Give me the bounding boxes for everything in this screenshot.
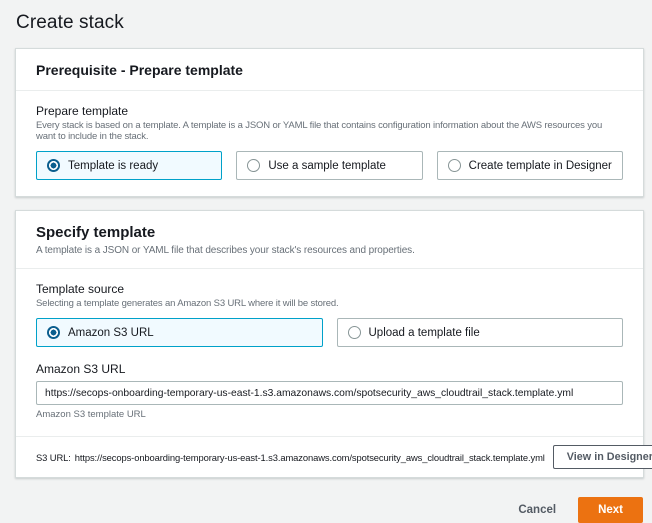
page-title: Create stack <box>16 12 644 34</box>
option-upload-template-file[interactable]: Upload a template file <box>337 318 624 347</box>
specify-template-panel-footer: S3 URL: https://secops-onboarding-tempora… <box>16 436 643 477</box>
prerequisite-panel-header: Prerequisite - Prepare template <box>16 49 643 91</box>
specify-template-panel: Specify template A template is a JSON or… <box>15 210 644 478</box>
cancel-button[interactable]: Cancel <box>518 504 556 516</box>
create-stack-page: Create stack Prerequisite - Prepare temp… <box>0 0 652 523</box>
radio-selected-icon <box>47 159 60 172</box>
template-source-label: Template source <box>36 282 623 296</box>
view-in-designer-button[interactable]: View in Designer <box>553 445 652 469</box>
specify-template-subtitle: A template is a JSON or YAML file that d… <box>36 245 623 256</box>
s3-url-line: S3 URL: https://secops-onboarding-tempora… <box>36 452 545 463</box>
template-source-description: Selecting a template generates an Amazon… <box>36 298 623 309</box>
prerequisite-panel-title: Prerequisite - Prepare template <box>36 62 623 78</box>
option-create-template-in-designer[interactable]: Create template in Designer <box>437 151 623 180</box>
option-amazon-s3-url[interactable]: Amazon S3 URL <box>36 318 323 347</box>
specify-template-title: Specify template <box>36 224 623 241</box>
radio-icon <box>348 326 361 339</box>
prepare-template-description: Every stack is based on a template. A te… <box>36 120 623 142</box>
specify-template-panel-body: Template source Selecting a template gen… <box>16 269 643 436</box>
option-use-sample-template[interactable]: Use a sample template <box>236 151 422 180</box>
amazon-s3-url-label: Amazon S3 URL <box>36 362 623 376</box>
option-label: Create template in Designer <box>469 160 612 172</box>
option-label: Upload a template file <box>369 327 480 339</box>
prepare-template-options: Template is ready Use a sample template … <box>36 151 623 180</box>
s3-url-value: https://secops-onboarding-temporary-us-e… <box>75 452 545 463</box>
template-source-options: Amazon S3 URL Upload a template file <box>36 318 623 347</box>
prepare-template-label: Prepare template <box>36 104 623 118</box>
wizard-actions: Cancel Next <box>15 491 644 523</box>
next-button[interactable]: Next <box>578 497 643 523</box>
specify-template-panel-header: Specify template A template is a JSON or… <box>16 211 643 269</box>
amazon-s3-url-input[interactable] <box>36 381 623 405</box>
option-label: Use a sample template <box>268 160 386 172</box>
radio-icon <box>448 159 461 172</box>
radio-selected-icon <box>47 326 60 339</box>
prerequisite-panel: Prerequisite - Prepare template Prepare … <box>15 48 644 197</box>
radio-icon <box>247 159 260 172</box>
option-label: Amazon S3 URL <box>68 327 154 339</box>
s3-url-label: S3 URL: <box>36 452 71 463</box>
option-template-is-ready[interactable]: Template is ready <box>36 151 222 180</box>
prerequisite-panel-body: Prepare template Every stack is based on… <box>16 91 643 196</box>
amazon-s3-url-helper: Amazon S3 template URL <box>36 409 623 420</box>
option-label: Template is ready <box>68 160 158 172</box>
